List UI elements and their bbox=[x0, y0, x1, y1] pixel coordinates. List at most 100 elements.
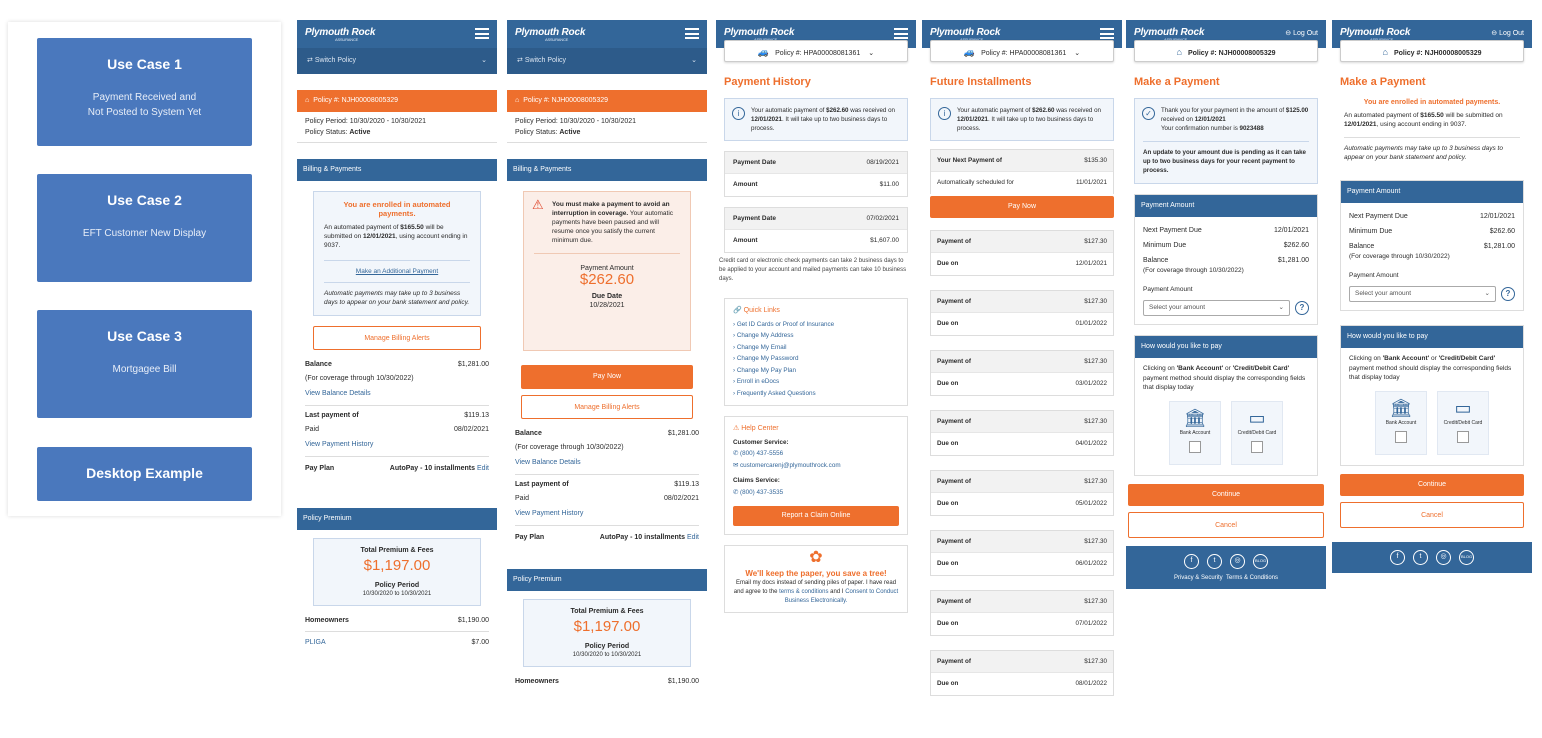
manage-billing-alerts-button[interactable]: Manage Billing Alerts bbox=[313, 326, 481, 350]
policy-number-bar: ⌂ Policy #: NJH00008005329 bbox=[297, 90, 497, 112]
quick-link[interactable]: › Change My Password bbox=[733, 353, 899, 365]
payment-required-box: ⚠ You must make a payment to avoid an in… bbox=[523, 191, 691, 351]
home-icon: ⌂ bbox=[1382, 47, 1388, 57]
payment-amount-header: Payment Amount bbox=[1135, 195, 1317, 217]
due-date-value: 10/28/2021 bbox=[589, 302, 625, 309]
quick-link[interactable]: › Get ID Cards or Proof of Insurance bbox=[733, 319, 899, 331]
payment-amount-select[interactable]: Select your amount ⌄ bbox=[1143, 300, 1290, 316]
use-case-desc: EFT Customer New Display bbox=[82, 228, 207, 239]
twitter-icon[interactable]: t bbox=[1413, 549, 1428, 565]
privacy-link[interactable]: Privacy & Security bbox=[1174, 575, 1223, 581]
page-title: Make a Payment bbox=[1134, 76, 1220, 88]
quick-link[interactable]: › Change My Pay Plan bbox=[733, 365, 899, 377]
cancel-button[interactable]: Cancel bbox=[1128, 511, 1324, 538]
pay-now-button[interactable]: Pay Now bbox=[521, 365, 693, 389]
cs-email-link[interactable]: ✉ customercarenj@plymouthrock.com bbox=[733, 460, 899, 472]
blog-icon[interactable]: BLOG bbox=[1459, 549, 1474, 565]
bank-account-option[interactable]: 🏛 Bank Account bbox=[1169, 400, 1221, 465]
footer: f t ◎ BLOG bbox=[1332, 541, 1532, 573]
plymouth-rock-logo[interactable]: Plymouth RockASSURANCE bbox=[515, 27, 585, 42]
installment-entry: Payment of $127.30 Due on 04/01/2022 bbox=[930, 410, 1114, 456]
help-question-icon[interactable]: ? bbox=[1501, 287, 1515, 301]
pay-now-button[interactable]: Pay Now bbox=[930, 196, 1114, 218]
pay-plan-row: Pay Plan AutoPay - 10 installments Edit bbox=[305, 465, 489, 472]
log-out-button[interactable]: ⊖ Log Out bbox=[1491, 29, 1524, 37]
credit-card-checkbox[interactable] bbox=[1457, 430, 1469, 443]
make-additional-payment-link[interactable]: Make an Additional Payment bbox=[324, 267, 470, 276]
minimum-due-row: Minimum Due $262.60 bbox=[1143, 242, 1309, 249]
instagram-icon[interactable]: ◎ bbox=[1436, 549, 1451, 565]
view-balance-details-link[interactable]: View Balance Details bbox=[507, 455, 707, 471]
use-case-1-card[interactable]: Use Case 1 Payment Received and Not Post… bbox=[37, 38, 252, 146]
switch-policy-bar[interactable]: ⇄ Switch Policy ⌄ bbox=[507, 48, 707, 74]
credit-card-option[interactable]: ▭ Credit/Debit Card bbox=[1231, 400, 1283, 465]
use-case-2-card[interactable]: Use Case 2 EFT Customer New Display bbox=[37, 174, 252, 282]
use-case-desc: Payment Received and Not Posted to Syste… bbox=[37, 90, 252, 120]
edit-pay-plan-link[interactable]: Edit bbox=[477, 465, 489, 472]
quick-links-title: 🔗 Quick Links bbox=[733, 307, 780, 314]
pay-plan-row: Pay Plan AutoPay - 10 installments Edit bbox=[515, 534, 699, 541]
terms-link[interactable]: Terms & Conditions bbox=[1226, 575, 1278, 581]
hamburger-menu-icon[interactable] bbox=[475, 28, 489, 39]
facebook-icon[interactable]: f bbox=[1390, 549, 1405, 565]
quick-link[interactable]: › Enroll in eDocs bbox=[733, 376, 899, 388]
minimum-due-row: Minimum Due $262.60 bbox=[1349, 228, 1515, 235]
mobile-screen-future-installments: Plymouth RockASSURANCE 🚙Policy #: HPA000… bbox=[922, 20, 1122, 738]
quick-link[interactable]: › Change My Email bbox=[733, 342, 899, 354]
bank-account-checkbox[interactable] bbox=[1189, 440, 1201, 453]
continue-button[interactable]: Continue bbox=[1340, 473, 1524, 496]
use-case-desc: Mortgagee Bill bbox=[112, 364, 177, 375]
instagram-icon[interactable]: ◎ bbox=[1230, 553, 1245, 569]
installment-entry: Payment of $127.30 Due on 12/01/2021 bbox=[930, 230, 1114, 276]
claims-phone-link[interactable]: ✆ (800) 437-3535 bbox=[733, 487, 899, 499]
terms-link[interactable]: terms & conditions bbox=[779, 589, 828, 595]
blog-icon[interactable]: BLOG bbox=[1253, 553, 1268, 569]
manage-billing-alerts-button[interactable]: Manage Billing Alerts bbox=[521, 395, 693, 419]
help-question-icon[interactable]: ? bbox=[1295, 301, 1309, 315]
billing-payments-header: Billing & Payments bbox=[507, 159, 707, 181]
log-out-button[interactable]: ⊖ Log Out bbox=[1285, 29, 1318, 37]
footer: f t ◎ BLOG Privacy & Security Terms & Condi… bbox=[1126, 545, 1326, 589]
view-payment-history-link[interactable]: View Payment History bbox=[297, 437, 497, 453]
hamburger-menu-icon[interactable] bbox=[685, 28, 699, 39]
policy-number-bar: ⌂ Policy #: NJH00008005329 bbox=[507, 90, 707, 112]
policy-number-pill: ⌂ Policy #: NJH00008005329 bbox=[1340, 40, 1524, 62]
credit-card-checkbox[interactable] bbox=[1251, 440, 1263, 453]
help-center-card: ⚠ Help Center Customer Service: ✆ (800) … bbox=[724, 416, 908, 535]
view-payment-history-link[interactable]: View Payment History bbox=[507, 506, 707, 522]
hamburger-menu-icon[interactable] bbox=[1100, 28, 1114, 39]
policy-select[interactable]: 🚙 Policy #: HPA00008081361 ⌄ bbox=[930, 40, 1114, 62]
facebook-icon[interactable]: f bbox=[1184, 553, 1199, 569]
payment-received-info: i Your automatic payment of $262.60 was … bbox=[930, 98, 1114, 141]
info-icon: i bbox=[732, 107, 745, 120]
quick-link[interactable]: › Frequently Asked Questions bbox=[733, 388, 899, 400]
quick-link[interactable]: › Change My Address bbox=[733, 330, 899, 342]
cs-phone-link[interactable]: ✆ (800) 437-5556 bbox=[733, 448, 899, 460]
plymouth-rock-logo[interactable]: Plymouth RockASSURANCE bbox=[305, 27, 375, 42]
edit-pay-plan-link[interactable]: Edit bbox=[687, 534, 699, 541]
credit-card-icon: ▭ bbox=[1248, 407, 1266, 428]
view-balance-details-link[interactable]: View Balance Details bbox=[297, 386, 497, 402]
installment-entry: Payment of $127.30 Due on 07/01/2022 bbox=[930, 590, 1114, 636]
policy-select[interactable]: 🚙 Policy #: HPA00008081361 ⌄ bbox=[724, 40, 908, 62]
use-case-3-card[interactable]: Use Case 3 Mortgagee Bill bbox=[37, 310, 252, 418]
bank-account-option[interactable]: 🏛 Bank Account bbox=[1375, 390, 1427, 455]
report-claim-button[interactable]: Report a Claim Online bbox=[733, 506, 899, 526]
chevron-down-icon: ⌄ bbox=[1484, 290, 1490, 297]
twitter-icon[interactable]: t bbox=[1207, 553, 1222, 569]
bank-account-checkbox[interactable] bbox=[1395, 430, 1407, 443]
policy-period-value: 10/30/2020 to 10/30/2021 bbox=[572, 652, 642, 658]
total-premium-value: $1,197.00 bbox=[573, 618, 641, 635]
credit-card-option[interactable]: ▭ Credit/Debit Card bbox=[1437, 390, 1489, 455]
desktop-example-card[interactable]: Desktop Example bbox=[37, 447, 252, 501]
switch-policy-bar[interactable]: ⇄ Switch Policy ⌄ bbox=[297, 48, 497, 74]
installment-entry: Payment of $127.30 Due on 05/01/2022 bbox=[930, 470, 1114, 516]
chevron-down-icon: ⌄ bbox=[691, 57, 697, 64]
cancel-button[interactable]: Cancel bbox=[1340, 501, 1524, 528]
payment-amount-select[interactable]: Select your amount ⌄ bbox=[1349, 286, 1496, 302]
home-icon: ⌂ bbox=[1176, 47, 1182, 57]
customer-service-label: Customer Service: bbox=[733, 438, 789, 446]
continue-button[interactable]: Continue bbox=[1128, 483, 1324, 506]
payment-method-header: How would you like to pay bbox=[1135, 336, 1317, 358]
hamburger-menu-icon[interactable] bbox=[894, 28, 908, 39]
